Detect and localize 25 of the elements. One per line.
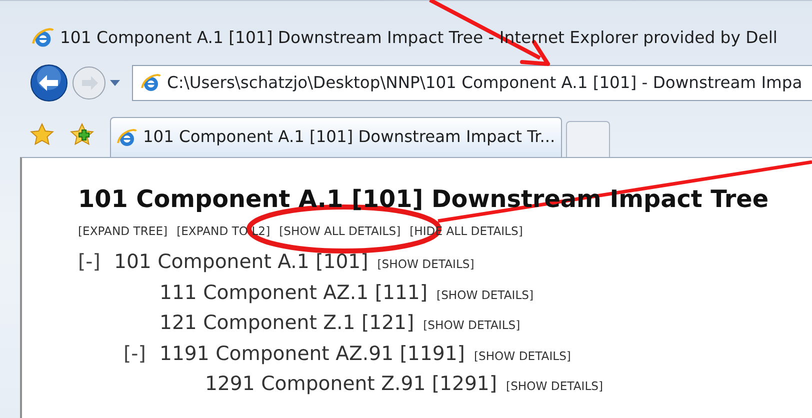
show-details-link[interactable]: [SHOW DETAILS] xyxy=(474,348,571,366)
show-details-link[interactable]: [SHOW DETAILS] xyxy=(436,286,534,304)
action-link[interactable]: [EXPAND TO L2] xyxy=(176,223,270,240)
tree-item-label: 111 Component AZ.1 [111] xyxy=(160,280,428,306)
collapse-toggle[interactable]: [-] xyxy=(124,342,146,365)
collapse-toggle[interactable]: [-] xyxy=(78,250,100,274)
show-details-link[interactable]: [SHOW DETAILS] xyxy=(506,378,604,396)
address-field[interactable]: C:\Users\schatzjo\Desktop\NNP\101 Component A.1 [101] - Downstream Impa xyxy=(132,65,812,101)
tree-item-label: 1291 Component Z.91 [1291] xyxy=(205,371,498,398)
tree-item-label: 101 Component A.1 [101] xyxy=(114,249,368,276)
dropdown-caret-icon[interactable] xyxy=(110,80,120,86)
show-details-link[interactable]: [SHOW DETAILS] xyxy=(377,256,474,274)
action-link[interactable]: [SHOW ALL DETAILS] xyxy=(279,223,401,240)
action-link[interactable]: [EXPAND TREE] xyxy=(78,223,168,240)
tree-item-label: 1191 Component AZ.91 [1191] xyxy=(160,340,465,367)
window-title: 101 Component A.1 [101] Downstream Impact Tree - Internet Explorer provided by Dell xyxy=(60,26,778,49)
browser-tab[interactable]: 101 Component A.1 [101] Downstream Impact Tr... xyxy=(110,117,562,157)
favorites-star-icon[interactable] xyxy=(30,123,54,147)
tree-item-label: 121 Component Z.1 [121] xyxy=(160,310,414,336)
browser-logo-icon xyxy=(117,128,137,148)
show-details-link[interactable]: [SHOW DETAILS] xyxy=(423,317,520,335)
browser-logo-icon xyxy=(32,27,54,49)
browser-logo-icon xyxy=(141,73,161,93)
add-favorite-icon[interactable] xyxy=(70,123,94,147)
back-icon[interactable] xyxy=(30,64,68,102)
